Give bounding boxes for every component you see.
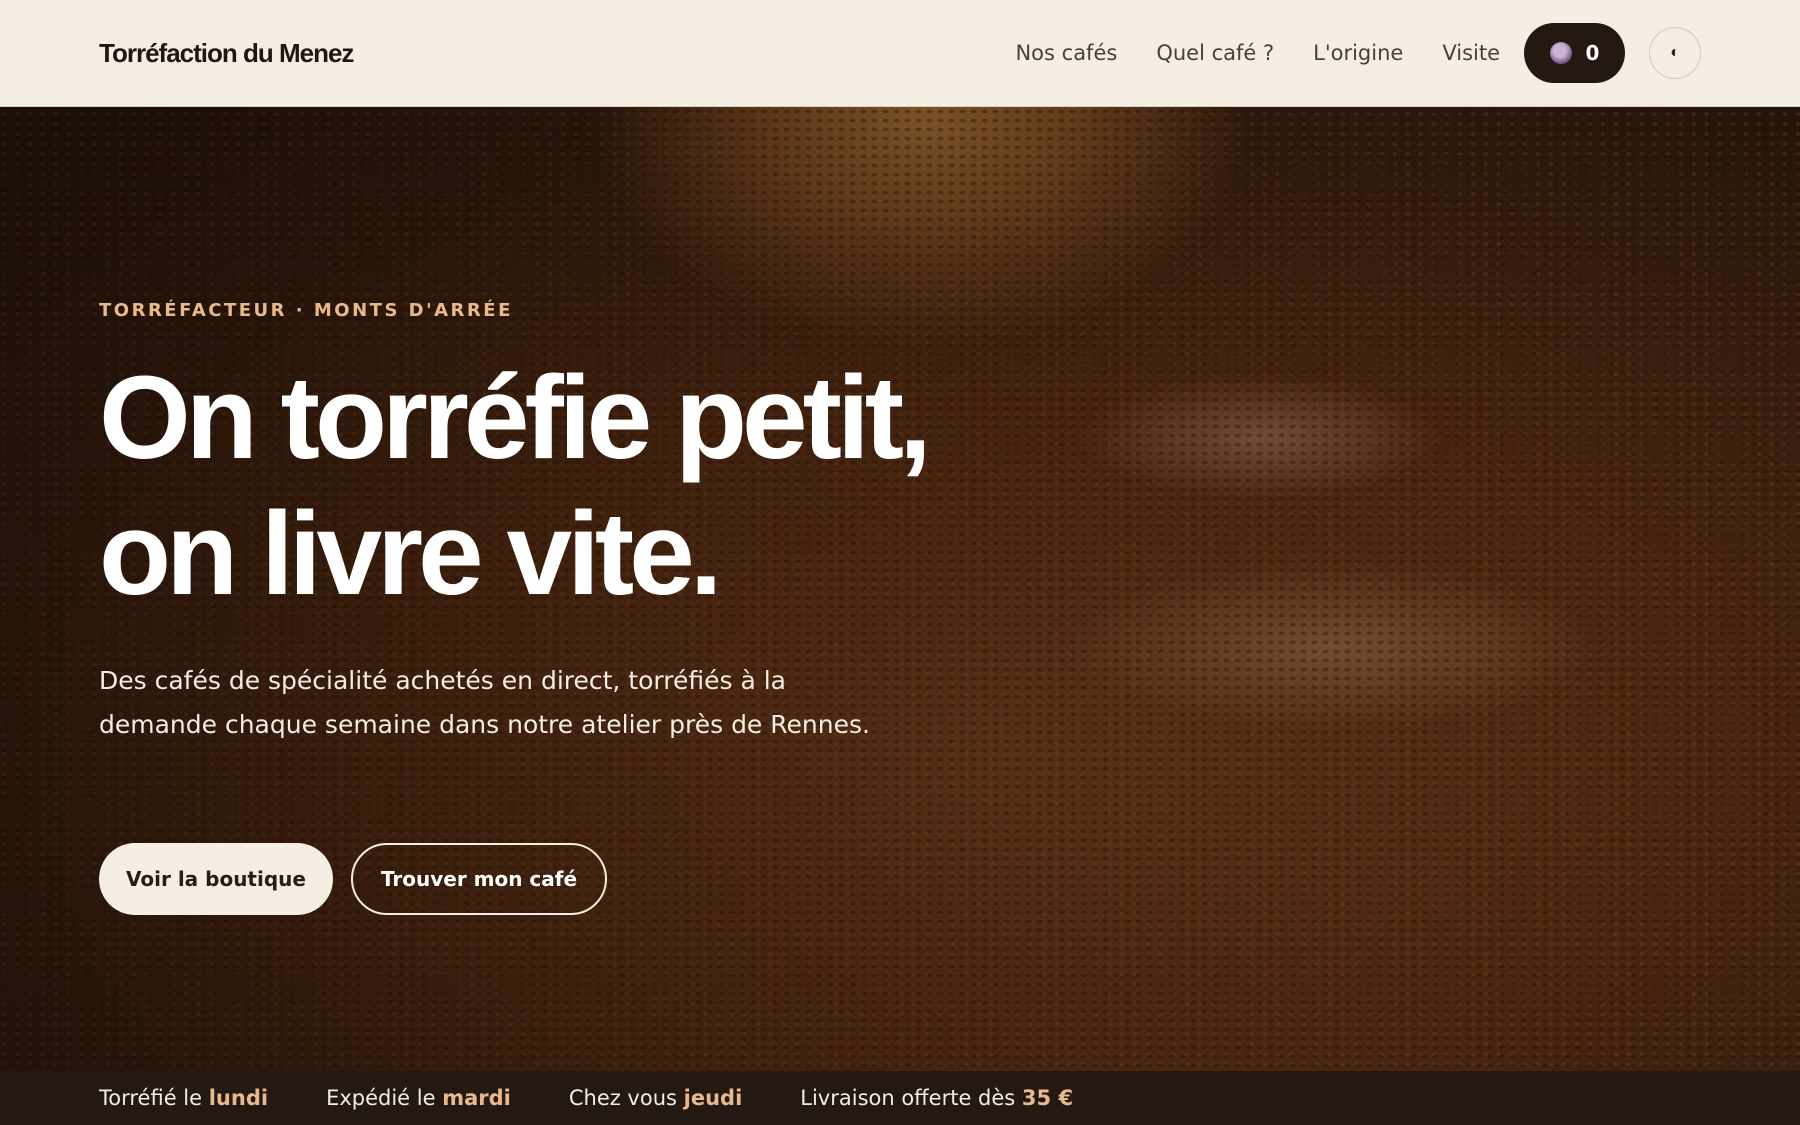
ticker-item: Expédié le mardi <box>326 1086 511 1110</box>
hero-headline-line1: On torréfie petit, <box>99 352 932 484</box>
hero-section: TORRÉFACTEUR · MONTS D'ARRÉE On torréfie… <box>0 107 1800 1071</box>
coffee-cup-icon <box>1549 42 1572 64</box>
nav-link-quel-cafe[interactable]: Quel café ? <box>1156 41 1274 65</box>
ticker-item: Chez vous jeudi <box>568 1086 743 1110</box>
contrast-toggle-icon: ◐ <box>1670 44 1680 61</box>
theme-toggle-button[interactable]: ◐ <box>1649 27 1701 79</box>
brand-logo[interactable]: Torréfaction du Menez <box>99 38 354 69</box>
hero-eyebrow: TORRÉFACTEUR · MONTS D'ARRÉE <box>99 300 513 321</box>
ticker-item: Livraison offerte dès 35 € <box>800 1086 1074 1110</box>
hero-headline: On torréfie petit, on livre vite. <box>99 350 1099 622</box>
cart-button[interactable]: 0 <box>1524 23 1625 83</box>
nav-link-visite[interactable]: Visite <box>1442 41 1500 65</box>
shipping-ticker: Torréfié le lundi Expédié le mardi Chez … <box>0 1071 1800 1125</box>
nav-link-origine[interactable]: L'origine <box>1313 41 1403 65</box>
ticker-item: Torréfié le lundi <box>99 1086 269 1110</box>
site-header: Torréfaction du Menez Nos cafés Quel caf… <box>0 0 1800 107</box>
hero-lead: Des cafés de spécialité achetés en direc… <box>99 666 870 739</box>
cart-count: 0 <box>1585 41 1600 65</box>
hero-headline-line2: on livre vite. <box>99 488 723 620</box>
find-coffee-button[interactable]: Trouver mon café <box>351 843 607 915</box>
main-nav: Nos cafés Quel café ? L'origine Visite 0… <box>976 23 1701 83</box>
shop-button[interactable]: Voir la boutique <box>99 843 333 915</box>
nav-link-nos-cafes[interactable]: Nos cafés <box>1015 41 1117 65</box>
